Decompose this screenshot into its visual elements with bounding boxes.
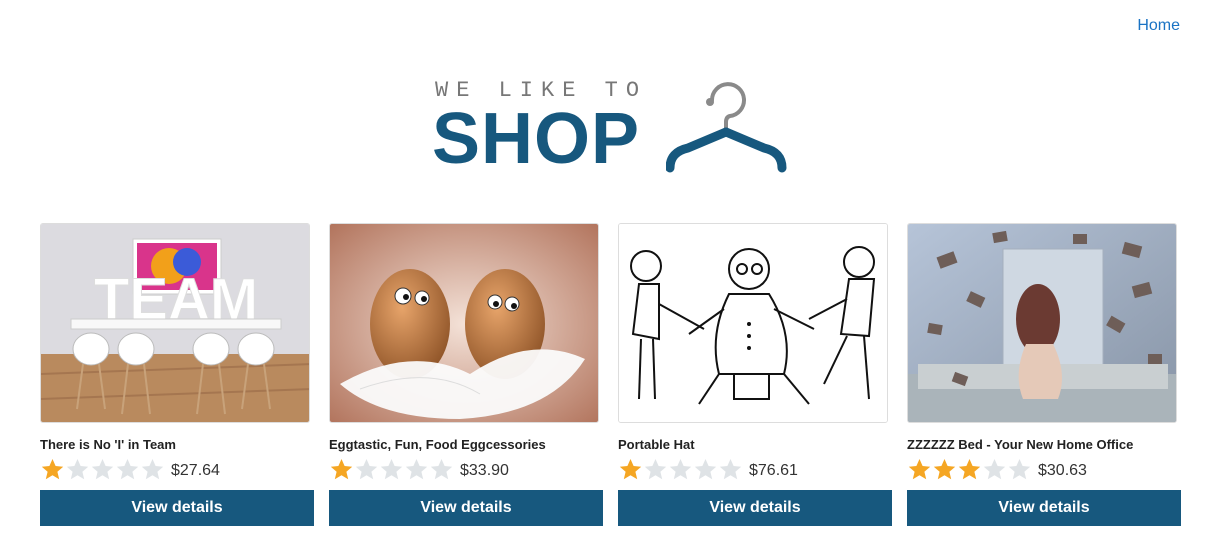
star-rating [40,458,165,480]
view-details-button[interactable]: View details [40,490,314,526]
product-price: $76.61 [749,462,798,479]
logo-wordmark: SHOP [432,99,641,179]
star-empty-icon [141,459,164,480]
product-card: Portable Hat $76.61 View details [618,223,892,526]
star-filled-icon [41,459,64,480]
star-empty-icon [669,459,692,480]
product-image-portable-hat[interactable] [618,223,888,423]
star-empty-icon [405,459,428,480]
product-title[interactable]: Portable Hat [618,437,892,452]
product-card: Eggtastic, Fun, Food Eggcessories $33.90… [329,223,603,526]
star-filled-icon [908,459,931,480]
product-image-team[interactable]: TEAM [40,223,310,423]
product-title[interactable]: There is No 'I' in Team [40,437,314,452]
hanger-icon [666,82,787,173]
star-filled-icon [958,459,981,480]
star-filled-icon [330,459,353,480]
star-empty-icon [430,459,453,480]
star-empty-icon [66,459,89,480]
product-card: ZZZZZZ Bed - Your New Home Office $30.63… [907,223,1181,526]
star-empty-icon [380,459,403,480]
star-empty-icon [116,459,139,480]
product-grid: TEAM There is No 'I' in Team $27.64 View… [40,223,1181,526]
product-title[interactable]: Eggtastic, Fun, Food Eggcessories [329,437,603,452]
star-filled-icon [619,459,642,480]
product-price: $33.90 [460,462,509,479]
product-price: $27.64 [171,462,220,479]
star-rating [618,458,743,480]
home-link[interactable]: Home [1137,17,1180,35]
star-filled-icon [933,459,956,480]
star-rating [329,458,454,480]
product-card: TEAM There is No 'I' in Team $27.64 View… [40,223,314,526]
product-title[interactable]: ZZZZZZ Bed - Your New Home Office [907,437,1181,452]
view-details-button[interactable]: View details [329,490,603,526]
view-details-button[interactable]: View details [618,490,892,526]
star-empty-icon [1008,459,1031,480]
star-empty-icon [983,459,1006,480]
star-rating [907,458,1032,480]
star-empty-icon [694,459,717,480]
star-empty-icon [719,459,742,480]
star-empty-icon [644,459,667,480]
product-image-eggs[interactable] [329,223,599,423]
view-details-button[interactable]: View details [907,490,1181,526]
product-image-bed[interactable] [907,223,1177,423]
star-empty-icon [355,459,378,480]
site-logo[interactable]: WE LIKE TO SHOP [432,74,792,179]
star-empty-icon [91,459,114,480]
product-price: $30.63 [1038,462,1087,479]
